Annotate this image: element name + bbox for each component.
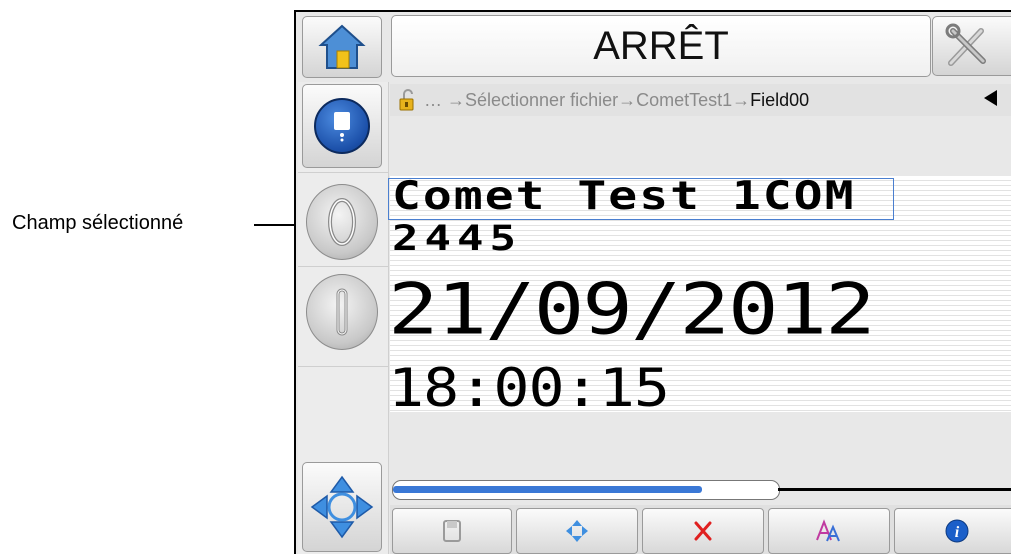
breadcrumb-current: Field00 [750, 89, 810, 110]
breadcrumb: … →Sélectionner fichier→CometTest1→ Field… [390, 84, 1011, 116]
start-button[interactable] [306, 182, 378, 262]
scrollbar-thumb[interactable] [393, 486, 702, 493]
save-button[interactable] [392, 508, 512, 554]
home-icon [318, 24, 366, 69]
home-button[interactable] [302, 16, 382, 78]
move-button[interactable] [516, 508, 638, 554]
navigation-arrows-icon [310, 475, 374, 539]
back-arrow-icon[interactable] [984, 90, 997, 106]
message-field-time[interactable]: 18:00:15 [388, 362, 670, 415]
text-format-icon [816, 519, 840, 542]
info-button[interactable]: i [894, 508, 1011, 554]
tools-icon [945, 23, 986, 66]
canvas-margin-top [390, 116, 1011, 176]
canvas-margin-bottom [390, 412, 1011, 462]
ink-system-button[interactable] [302, 84, 382, 168]
save-icon [443, 520, 461, 542]
tools-button[interactable] [932, 16, 1011, 76]
printer-status: ARRÊT [391, 15, 931, 77]
selected-field-outline [388, 178, 894, 220]
ink-bottle-icon [314, 98, 370, 154]
text-format-button[interactable] [768, 508, 890, 554]
power-off-icon [306, 274, 378, 350]
scrollbar-extension [778, 488, 1011, 491]
message-field-2[interactable]: 2445 [392, 222, 522, 256]
info-icon: i [945, 519, 968, 543]
delete-button[interactable] [642, 508, 764, 554]
stop-button[interactable] [306, 272, 378, 352]
breadcrumb-path[interactable]: … →Sélectionner fichier→CometTest1→ [424, 90, 750, 111]
padlock-icon[interactable] [396, 88, 420, 112]
divider [298, 366, 388, 367]
delete-icon [694, 521, 712, 541]
power-on-icon [306, 184, 378, 260]
move-icon [566, 520, 588, 542]
divider [298, 266, 388, 267]
svg-text:i: i [954, 524, 959, 541]
navigate-button[interactable] [302, 462, 382, 552]
message-scrollbar[interactable] [392, 480, 780, 500]
divider [298, 172, 388, 173]
message-field-date[interactable]: 21/09/2012 [388, 274, 876, 345]
callout-label: Champ sélectionné [12, 212, 184, 234]
